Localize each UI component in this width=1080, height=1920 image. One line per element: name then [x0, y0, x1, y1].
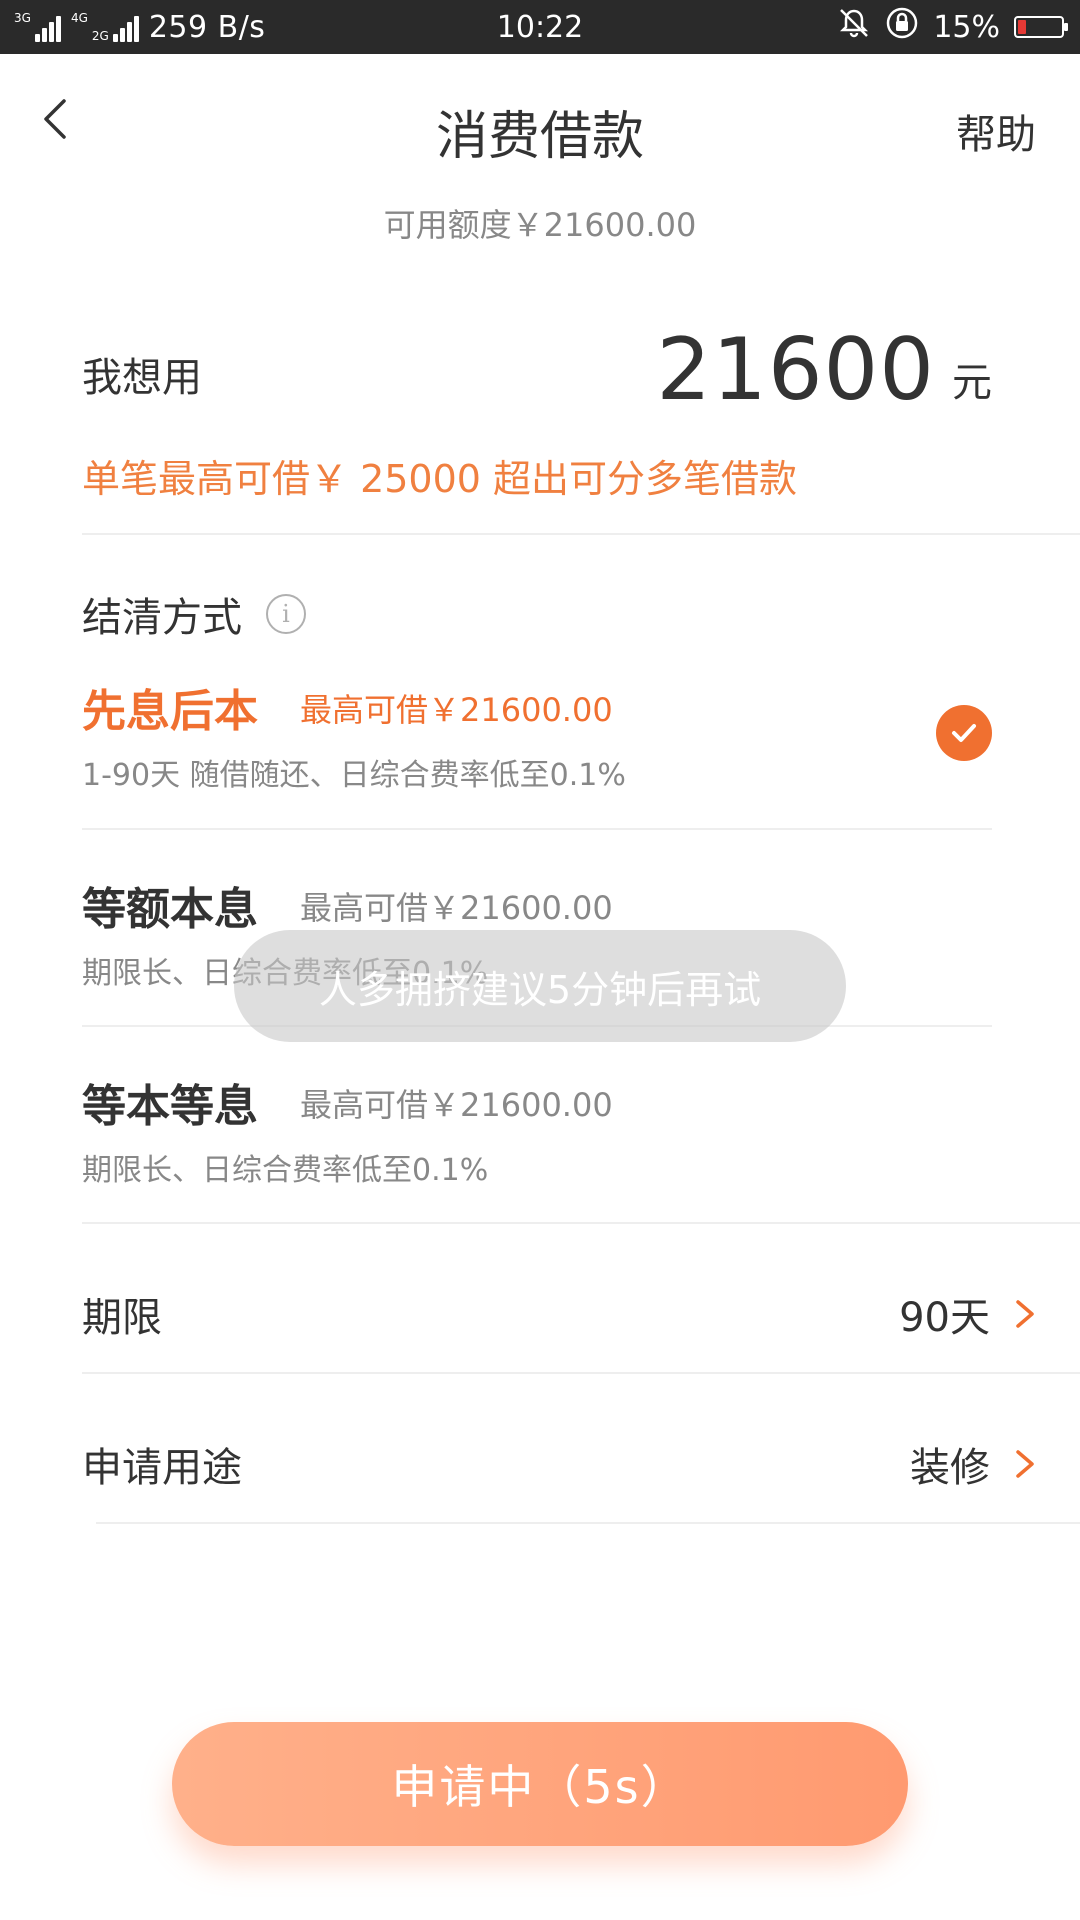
option-desc: 期限长、日综合费率低至0.1% — [82, 1153, 489, 1188]
repayment-section-title: 结清方式 i — [82, 585, 306, 643]
mute-icon — [837, 6, 871, 48]
amount-unit: 元 — [952, 360, 992, 406]
apply-button[interactable]: 申请中（5s） — [172, 1722, 908, 1846]
repayment-title: 结清方式 — [82, 595, 242, 641]
divider — [96, 1522, 1080, 1524]
info-icon[interactable]: i — [266, 594, 306, 634]
repayment-option-interest-first[interactable]: 先息后本 最高可借￥21600.00 1-90天 随借随还、日综合费率低至0.1… — [82, 675, 992, 840]
toast-message: 人多拥挤建议5分钟后再试 — [234, 930, 846, 1042]
term-value: 90天 — [899, 1295, 990, 1341]
battery-icon — [1014, 16, 1068, 38]
divider — [82, 828, 992, 830]
option-name: 先息后本 — [82, 686, 258, 737]
rotation-lock-icon — [885, 6, 919, 48]
divider — [82, 1222, 1080, 1224]
battery-level — [1018, 20, 1026, 34]
battery-percent: 15% — [933, 9, 1000, 45]
option-max: 最高可借￥21600.00 — [300, 889, 613, 927]
checkmark-icon — [936, 705, 992, 761]
amount-label: 我想用 — [82, 355, 202, 401]
available-credit: 可用额度￥21600.00 — [383, 206, 697, 244]
status-bar: 3G 4G 2G 259 B/s 10:22 15% — [0, 0, 1080, 54]
purpose-label: 申请用途 — [82, 1445, 242, 1491]
option-max: 最高可借￥21600.00 — [300, 691, 613, 729]
repayment-option-equal-principal[interactable]: 等本等息 最高可借￥21600.00 期限长、日综合费率低至0.1% — [82, 1070, 992, 1235]
option-desc: 1-90天 随借随还、日综合费率低至0.1% — [82, 758, 626, 793]
page-title: 消费借款 — [435, 107, 644, 167]
term-row[interactable]: 期限 90天 — [82, 1260, 1040, 1360]
purpose-value: 装修 — [910, 1445, 990, 1491]
divider — [82, 533, 1080, 535]
chevron-right-icon — [1016, 1300, 1034, 1328]
term-label: 期限 — [82, 1295, 162, 1341]
option-name: 等额本息 — [82, 884, 258, 935]
option-max: 最高可借￥21600.00 — [300, 1086, 613, 1124]
option-name: 等本等息 — [82, 1081, 258, 1132]
title-bar: 消费借款 帮助 — [0, 54, 1080, 204]
amount-input[interactable]: 21600 — [656, 320, 935, 420]
divider — [82, 1372, 1080, 1374]
purpose-row[interactable]: 申请用途 装修 — [82, 1410, 1040, 1510]
status-right: 15% — [837, 0, 1068, 54]
limit-note: 单笔最高可借￥ 25000 超出可分多笔借款 — [82, 457, 798, 501]
chevron-right-icon — [1016, 1450, 1034, 1478]
help-link[interactable]: 帮助 — [956, 102, 1036, 160]
